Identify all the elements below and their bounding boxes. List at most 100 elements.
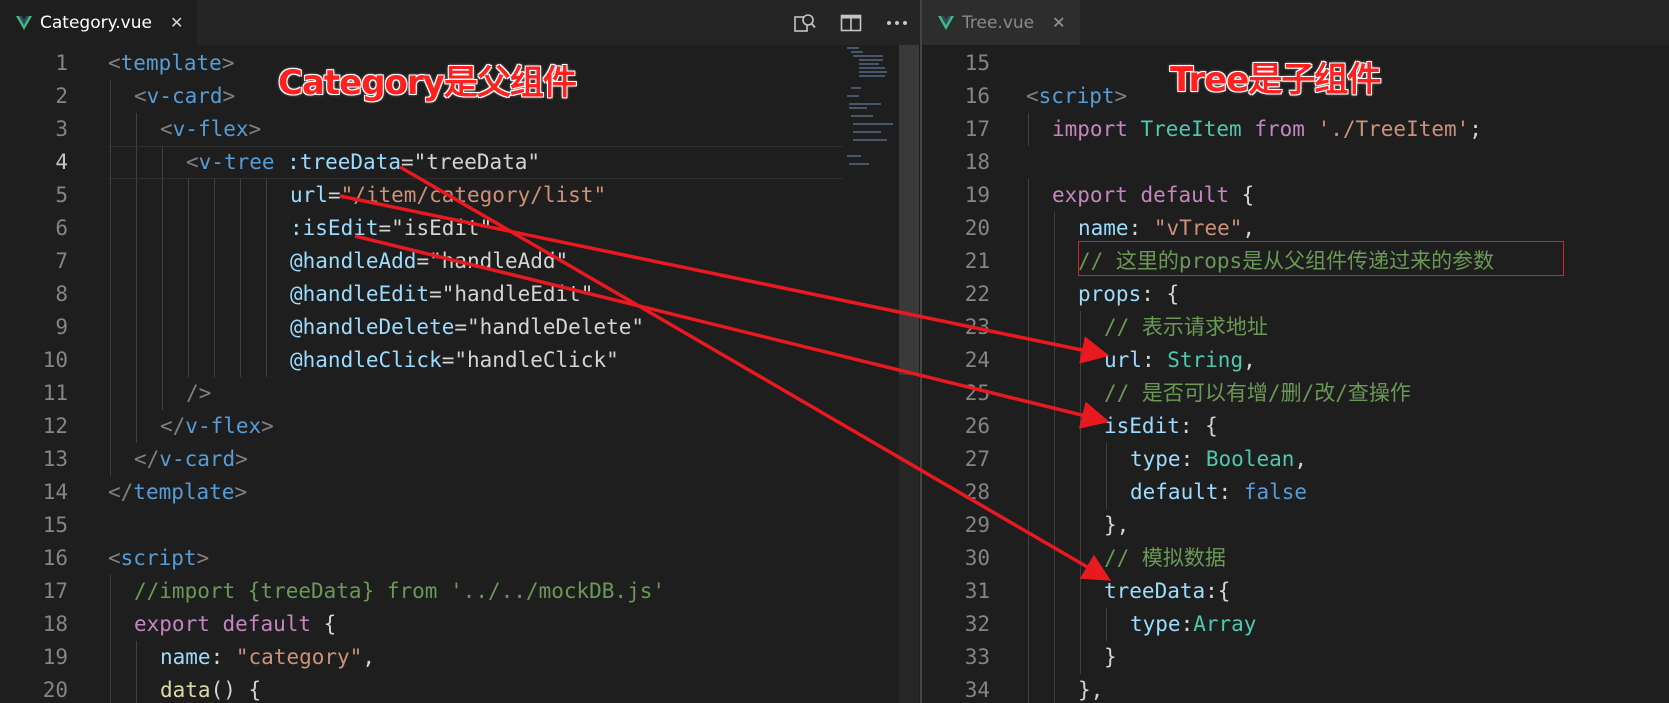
code-text: <v-tree :treeData="treeData": [186, 150, 541, 174]
code-text: <template>: [108, 51, 235, 75]
code-text: <v-card>: [134, 84, 236, 108]
minimap[interactable]: [843, 45, 899, 185]
code-line[interactable]: 13 </v-card>: [0, 443, 840, 476]
line-number: 10: [42, 348, 68, 372]
code-text: type: Boolean,: [1130, 447, 1308, 471]
code-line[interactable]: 17 //import {treeData} from '../../mockDB…: [0, 575, 840, 608]
code-line[interactable]: 21 // 这里的props是从父组件传递过来的参数: [922, 245, 1662, 278]
line-number: 34: [964, 678, 990, 702]
code-line[interactable]: 20 name: "vTree",: [922, 212, 1662, 245]
code-text: @handleEdit="handleEdit": [290, 282, 594, 306]
code-text: treeData:{: [1104, 579, 1231, 603]
line-number: 33: [964, 645, 990, 669]
line-number: 17: [42, 579, 68, 603]
code-text: },: [1104, 513, 1130, 537]
line-number: 12: [42, 414, 68, 438]
code-line[interactable]: 23 // 表示请求地址: [922, 311, 1662, 344]
line-number: 15: [964, 51, 990, 75]
vertical-scrollbar[interactable]: [899, 45, 919, 703]
scrollbar-thumb[interactable]: [899, 45, 919, 375]
line-number: 16: [42, 546, 68, 570]
line-number: 9: [55, 315, 68, 339]
line-number: 13: [42, 447, 68, 471]
code-line[interactable]: 5 url="/item/category/list": [0, 179, 840, 212]
code-text: export default {: [1052, 183, 1255, 207]
line-number: 7: [55, 249, 68, 273]
tab-category-vue[interactable]: Category.vue ✕: [0, 0, 198, 45]
close-icon[interactable]: ✕: [170, 13, 183, 32]
code-text: export default {: [134, 612, 337, 636]
code-text: </v-flex>: [160, 414, 274, 438]
code-line[interactable]: 16 <script>: [0, 542, 840, 575]
code-line[interactable]: 12 </v-flex>: [0, 410, 840, 443]
line-number: 15: [42, 513, 68, 537]
line-number: 18: [964, 150, 990, 174]
tab-label: Tree.vue: [962, 12, 1035, 33]
code-text: //import {treeData} from '../../mockDB.j…: [134, 579, 666, 603]
code-line[interactable]: 32 type:Array: [922, 608, 1662, 641]
code-text: name: "vTree",: [1078, 216, 1256, 240]
code-text: </v-card>: [134, 447, 248, 471]
code-text: props: {: [1078, 282, 1180, 306]
line-number: 20: [42, 678, 68, 702]
code-line[interactable]: 7 @handleAdd="handleAdd": [0, 245, 840, 278]
code-line[interactable]: 25 // 是否可以有增/删/改/查操作: [922, 377, 1662, 410]
code-line[interactable]: 34},: [922, 674, 1662, 703]
search-diff-icon[interactable]: [782, 0, 828, 45]
code-line[interactable]: 19 name: "category",: [0, 641, 840, 674]
line-number: 31: [964, 579, 990, 603]
code-text: default: false: [1130, 480, 1308, 504]
code-text: name: "category",: [160, 645, 375, 669]
code-line[interactable]: 15: [0, 509, 840, 542]
code-line[interactable]: 20 data() {: [0, 674, 840, 703]
line-number: 17: [964, 117, 990, 141]
code-line[interactable]: 18 export default {: [0, 608, 840, 641]
code-text: // 这里的props是从父组件传递过来的参数: [1078, 249, 1495, 273]
code-line[interactable]: 18: [922, 146, 1662, 179]
code-line[interactable]: 22 props: {: [922, 278, 1662, 311]
code-text: // 模拟数据: [1104, 546, 1226, 570]
code-line[interactable]: 33}: [922, 641, 1662, 674]
code-line[interactable]: 9 @handleDelete="handleDelete": [0, 311, 840, 344]
more-actions-icon[interactable]: [874, 0, 920, 45]
code-line[interactable]: 24 url: String,: [922, 344, 1662, 377]
right-code-editor[interactable]: 15 16 <script> 17 import TreeItem from './Tr…: [922, 45, 1669, 703]
tab-tree-vue[interactable]: Tree.vue ✕: [922, 0, 1080, 45]
line-number: 22: [964, 282, 990, 306]
code-line[interactable]: 31 treeData:{: [922, 575, 1662, 608]
code-line[interactable]: 6:isEdit="isEdit": [0, 212, 840, 245]
line-number: 6: [55, 216, 68, 240]
code-text: // 是否可以有增/删/改/查操作: [1104, 381, 1411, 405]
left-editor-group: Category.vue ✕ 1 <template> 2 <v-card> 3…: [0, 0, 920, 703]
line-number: 29: [964, 513, 990, 537]
code-line[interactable]: 27 type: Boolean,: [922, 443, 1662, 476]
code-line[interactable]: 3 <v-flex>: [0, 113, 840, 146]
code-line[interactable]: 28 default: false: [922, 476, 1662, 509]
code-text: @handleDelete="handleDelete": [290, 315, 645, 339]
code-line[interactable]: 19 export default {: [922, 179, 1662, 212]
line-number: 23: [964, 315, 990, 339]
code-text: url: String,: [1104, 348, 1256, 372]
code-line[interactable]: 17 import TreeItem from './TreeItem';: [922, 113, 1662, 146]
code-line[interactable]: 30 // 模拟数据: [922, 542, 1662, 575]
code-line[interactable]: 26 isEdit: {: [922, 410, 1662, 443]
line-number: 5: [55, 183, 68, 207]
code-text: <script>: [108, 546, 210, 570]
code-text: import TreeItem from './TreeItem';: [1052, 117, 1482, 141]
left-code-editor[interactable]: 1 <template> 2 <v-card> 3 <v-flex> 4 <v-tree :t…: [0, 45, 920, 703]
vue-file-icon: [16, 15, 32, 30]
code-text: @handleAdd="handleAdd": [290, 249, 569, 273]
close-icon[interactable]: ✕: [1052, 13, 1065, 32]
line-number: 11: [42, 381, 68, 405]
line-number: 16: [964, 84, 990, 108]
code-line[interactable]: 29},: [922, 509, 1662, 542]
code-line[interactable]: 10 @handleClick="handleClick": [0, 344, 840, 377]
split-editor-icon[interactable]: [828, 0, 874, 45]
code-line[interactable]: 4 <v-tree :treeData="treeData": [0, 146, 840, 179]
code-line[interactable]: 8 @handleEdit="handleEdit": [0, 278, 840, 311]
line-number: 32: [964, 612, 990, 636]
code-line[interactable]: 14 </template>: [0, 476, 840, 509]
tab-label: Category.vue: [40, 12, 152, 33]
code-line[interactable]: 11 />: [0, 377, 840, 410]
left-tab-bar: Category.vue ✕: [0, 0, 920, 45]
